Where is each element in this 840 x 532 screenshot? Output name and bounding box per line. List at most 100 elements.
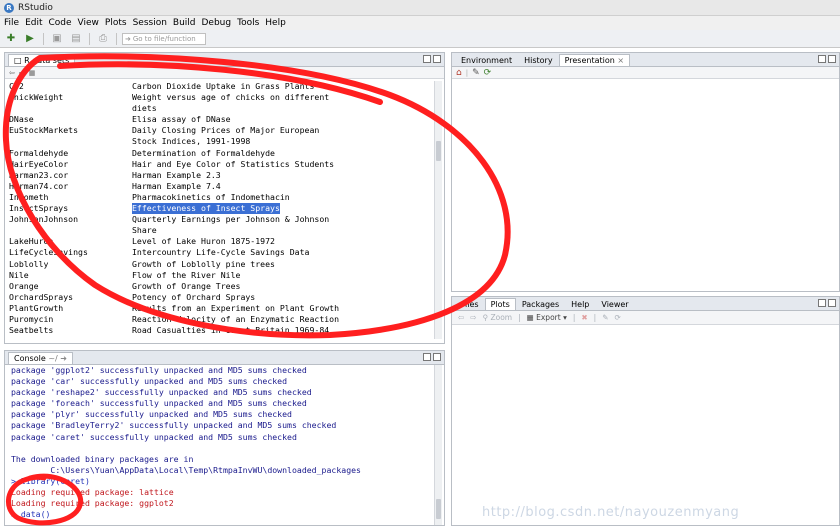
new-file-icon[interactable]: ✚ — [3, 32, 19, 46]
menu-debug[interactable]: Debug — [202, 18, 238, 28]
tab-console[interactable]: Console ~/ ➜ — [8, 352, 73, 364]
data-set-name[interactable]: EuStockMarkets — [9, 125, 132, 136]
console-scrollbar[interactable] — [434, 365, 442, 525]
data-set-name[interactable] — [9, 225, 132, 236]
menu-tools[interactable]: Tools — [237, 18, 265, 28]
minimize-pane-icon[interactable] — [423, 55, 431, 63]
minimize-pane-icon[interactable] — [423, 353, 431, 361]
data-set-row[interactable]: HairEyeColor Hair and Eye Color of Statis… — [9, 159, 435, 170]
data-set-row[interactable]: Harman23.cor Harman Example 2.3 — [9, 170, 435, 181]
menu-code[interactable]: Code — [49, 18, 78, 28]
data-set-name[interactable]: ChickWeight — [9, 92, 132, 103]
data-set-row[interactable]: Puromycin Reaction Velocity of an Enzymat… — [9, 314, 435, 325]
data-set-row[interactable]: InsectSprays Effectiveness of Insect Spra… — [9, 203, 435, 215]
data-set-name[interactable]: Nile — [9, 270, 132, 281]
tab-r-data-sets[interactable]: □ R data sets — [8, 54, 76, 66]
tab-plots[interactable]: Plots — [484, 298, 516, 310]
forward-arrow-icon[interactable]: ⇨ — [470, 313, 476, 322]
menu-plots[interactable]: Plots — [105, 18, 133, 28]
data-set-row[interactable]: Share — [9, 225, 435, 236]
data-set-row[interactable]: DNase Elisa assay of DNase — [9, 114, 435, 125]
data-set-row[interactable]: Indometh Pharmacokinetics of Indomethacin — [9, 192, 435, 203]
data-set-name[interactable]: Harman74.cor — [9, 181, 132, 192]
data-set-row[interactable]: diets — [9, 103, 435, 114]
data-set-row[interactable]: PlantGrowth Results from an Experiment on… — [9, 303, 435, 314]
data-set-row[interactable]: CO2 Carbon Dioxide Uptake in Grass Plants — [9, 81, 435, 92]
data-set-name[interactable]: DNase — [9, 114, 132, 125]
menu-view[interactable]: View — [78, 18, 105, 28]
data-set-row[interactable]: LakeHuron Level of Lake Huron 1875-1972 — [9, 236, 435, 247]
tab-viewer[interactable]: Viewer — [595, 298, 634, 310]
data-set-name[interactable]: HairEyeColor — [9, 159, 132, 170]
minimize-pane-icon[interactable] — [818, 299, 826, 307]
data-set-name[interactable]: Seatbelts — [9, 325, 132, 336]
data-set-row[interactable]: Loblolly Growth of Loblolly pine trees — [9, 259, 435, 270]
back-arrow-icon[interactable]: ⇦ — [458, 313, 464, 322]
data-set-name[interactable]: InsectSprays — [9, 203, 132, 214]
data-set-row[interactable]: Formaldehyde Determination of Formaldehyd… — [9, 148, 435, 159]
data-set-row[interactable]: Nile Flow of the River Nile — [9, 270, 435, 281]
back-arrow-icon[interactable]: ⇦ — [9, 69, 15, 77]
popout-icon[interactable]: ▦ — [29, 69, 36, 77]
forward-arrow-icon[interactable]: ⇨ — [19, 69, 25, 77]
data-set-row[interactable]: Stock Indices, 1991-1998 — [9, 136, 435, 147]
data-set-name[interactable]: LakeHuron — [9, 236, 132, 247]
data-pane-scrollbar[interactable] — [434, 81, 442, 339]
maximize-pane-icon[interactable] — [433, 55, 441, 63]
menu-help[interactable]: Help — [265, 18, 292, 28]
data-set-row[interactable]: Harman74.cor Harman Example 7.4 — [9, 181, 435, 192]
data-set-row[interactable]: LifeCycleSavings Intercountry Life-Cycle … — [9, 247, 435, 258]
data-set-name[interactable]: Loblolly — [9, 259, 132, 270]
maximize-pane-icon[interactable] — [433, 353, 441, 361]
edit-icon[interactable]: ✎ — [472, 68, 480, 78]
zoom-button[interactable]: ⚲ Zoom — [483, 313, 513, 322]
data-set-name[interactable]: Orange — [9, 281, 132, 292]
menu-file[interactable]: File — [4, 18, 25, 28]
save-icon[interactable]: ▣ — [49, 32, 65, 46]
tab-environment[interactable]: Environment — [455, 54, 518, 66]
close-tab-icon[interactable]: × — [617, 56, 624, 65]
export-button[interactable]: ▦ Export ▾ — [527, 313, 567, 322]
goto-file-input[interactable]: ➜ Go to file/function — [122, 32, 206, 45]
refresh-icon[interactable]: ⟳ — [615, 313, 621, 322]
minimize-pane-icon[interactable] — [818, 55, 826, 63]
maximize-pane-icon[interactable] — [828, 55, 836, 63]
menu-edit[interactable]: Edit — [25, 18, 48, 28]
data-set-row[interactable]: OrchardSprays Potency of Orchard Sprays — [9, 292, 435, 303]
scroll-thumb[interactable] — [436, 141, 441, 161]
data-set-row[interactable]: Seatbelts Road Casualties in Great Britai… — [9, 325, 435, 336]
data-set-name[interactable] — [9, 136, 132, 147]
print-icon[interactable]: ⎙ — [95, 32, 111, 46]
data-set-name[interactable]: JohnsonJohnson — [9, 214, 132, 225]
save-all-icon[interactable]: ▤ — [68, 32, 84, 46]
data-set-row[interactable]: Orange Growth of Orange Trees — [9, 281, 435, 292]
menu-session[interactable]: Session — [133, 18, 173, 28]
data-set-name[interactable]: PlantGrowth — [9, 303, 132, 314]
data-set-name[interactable]: OrchardSprays — [9, 292, 132, 303]
data-set-name[interactable]: Indometh — [9, 192, 132, 203]
tab-help[interactable]: Help — [565, 298, 595, 310]
data-set-name[interactable]: LifeCycleSavings — [9, 247, 132, 258]
console-goto-icon[interactable]: ➜ — [60, 354, 67, 363]
console-output[interactable]: package 'ggplot2' successfully unpacked … — [11, 365, 435, 525]
data-set-name[interactable]: Formaldehyde — [9, 148, 132, 159]
refresh-icon[interactable]: ⟳ — [484, 68, 492, 78]
tab-files[interactable]: Files — [455, 298, 485, 310]
data-set-row[interactable]: JohnsonJohnson Quarterly Earnings per Joh… — [9, 214, 435, 225]
data-set-row[interactable]: EuStockMarkets Daily Closing Prices of Ma… — [9, 125, 435, 136]
data-set-name[interactable]: Harman23.cor — [9, 170, 132, 181]
tab-history[interactable]: History — [518, 54, 558, 66]
data-set-name[interactable]: CO2 — [9, 81, 132, 92]
data-set-name[interactable]: Puromycin — [9, 314, 132, 325]
tab-presentation[interactable]: Presentation × — [558, 54, 631, 66]
home-icon[interactable]: ⌂ — [456, 68, 462, 78]
remove-plot-icon[interactable]: ✖ — [581, 313, 587, 322]
maximize-pane-icon[interactable] — [828, 299, 836, 307]
scroll-thumb[interactable] — [436, 499, 441, 519]
data-set-name[interactable] — [9, 103, 132, 114]
clear-plots-icon[interactable]: ✎ — [602, 313, 608, 322]
open-project-icon[interactable]: ▶ — [22, 32, 38, 46]
tab-packages[interactable]: Packages — [516, 298, 565, 310]
data-set-row[interactable]: ChickWeight Weight versus age of chicks o… — [9, 92, 435, 103]
menu-build[interactable]: Build — [173, 18, 202, 28]
